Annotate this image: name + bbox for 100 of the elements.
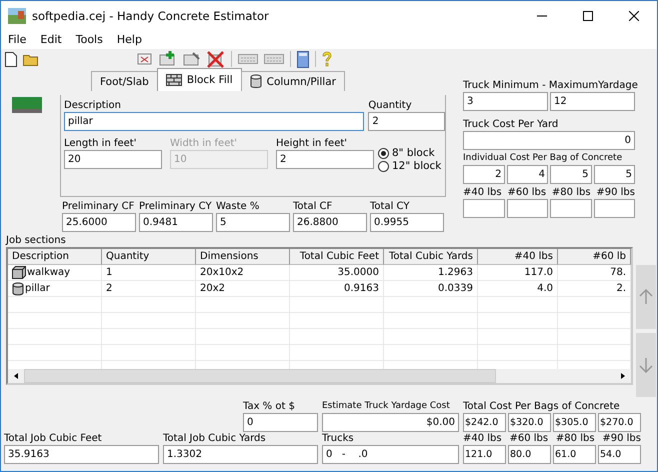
block-icon — [12, 266, 26, 279]
keyboard-icon[interactable] — [264, 53, 284, 65]
field-label: #60 lbs — [509, 432, 548, 445]
move-up-button[interactable] — [636, 265, 656, 329]
table-cell: 2 — [102, 281, 196, 297]
column-header[interactable]: #60 lb — [558, 249, 631, 265]
field-label: Trucks — [322, 432, 355, 445]
bag-count-field[interactable] — [463, 199, 504, 218]
column-header[interactable]: Description — [8, 249, 102, 265]
truck-minimum-field[interactable]: 3 — [463, 92, 548, 111]
column-header[interactable]: Dimensions — [196, 249, 290, 265]
column-header[interactable]: #40 lbs — [478, 249, 558, 265]
up-arrow-icon — [639, 289, 653, 305]
field-label: Description — [64, 99, 122, 112]
menu-item[interactable]: Tools — [76, 33, 103, 46]
cubic-yards-field[interactable]: 1.3302 — [163, 445, 318, 464]
field-label: Preliminary CY — [139, 200, 213, 213]
bag-total-field[interactable]: $270.0 — [598, 413, 641, 432]
field-label: #90 lbs — [596, 186, 635, 199]
total-field[interactable]: 0.9955 — [370, 213, 444, 232]
bag-cost-field[interactable]: 2 — [463, 165, 504, 184]
section-title: Job sections — [6, 234, 67, 247]
block-icon — [166, 74, 182, 86]
dimension-field[interactable]: 20 — [64, 150, 162, 169]
column-header[interactable]: Total Cubic Feet — [290, 249, 384, 265]
folder-icon[interactable] — [23, 52, 39, 66]
radio-label: 12" block — [392, 160, 442, 173]
table-cell: 4.0 — [478, 281, 558, 297]
radio-button[interactable] — [378, 148, 389, 159]
bag-count-field[interactable] — [550, 199, 592, 218]
tax-field[interactable]: 0 — [243, 413, 318, 432]
field-label: #90 lbs — [602, 432, 641, 445]
field-label: Total Job Cubic Feet — [4, 432, 103, 445]
help-icon[interactable] — [322, 51, 332, 67]
radio-button[interactable] — [378, 161, 389, 172]
keyboard-icon[interactable] — [238, 53, 258, 65]
field-label: #40 lbs — [463, 186, 502, 199]
tab[interactable]: Column/Pillar — [240, 71, 345, 91]
document-icon[interactable] — [137, 52, 153, 66]
field-label: Length in feet' — [64, 137, 138, 150]
column-header[interactable]: Total Cubic Yards — [384, 249, 478, 265]
move-down-button[interactable] — [636, 333, 656, 397]
edit-icon[interactable] — [183, 51, 201, 67]
table-cell: 1 — [102, 265, 196, 281]
bag-count-field[interactable] — [594, 199, 635, 218]
down-arrow-icon — [639, 357, 653, 373]
truck-maximum-field[interactable]: 12 — [550, 92, 635, 111]
bag-cost-field[interactable]: 5 — [550, 165, 592, 184]
bag-total-field[interactable]: $242.0 — [463, 413, 506, 432]
field-label: #80 lbs — [556, 432, 595, 445]
maximize-icon — [583, 10, 593, 20]
tab[interactable]: Foot/Slab — [91, 71, 158, 91]
field-label: Truck Minimum - MaximumYardage — [463, 79, 635, 92]
bag-cost-field[interactable]: 5 — [594, 165, 635, 184]
table-cell: walkway — [8, 265, 102, 281]
bag-count-field[interactable]: 80.0 — [508, 445, 551, 464]
field-label: Width in feet' — [170, 137, 238, 150]
total-field[interactable]: 25.6000 — [62, 213, 136, 232]
bag-total-field[interactable]: $305.0 — [553, 413, 596, 432]
dimension-field[interactable]: 2 — [276, 150, 374, 169]
table-cell: 117.0 — [478, 265, 558, 281]
total-field[interactable]: 5 — [216, 213, 290, 232]
field-label: Total Job Cubic Yards — [163, 432, 267, 445]
calculator-icon[interactable] — [297, 50, 309, 68]
field-label: Truck Cost Per Yard — [463, 118, 560, 131]
field-label: Total CY — [370, 200, 410, 213]
bag-cost-field[interactable]: 4 — [506, 165, 548, 184]
cylinder-icon — [250, 74, 262, 89]
truck-cost-field[interactable]: 0 — [463, 131, 635, 150]
bag-count-field[interactable]: 121.0 — [463, 445, 506, 464]
column-header[interactable]: Quantity — [102, 249, 196, 265]
total-field[interactable]: 26.8800 — [293, 213, 367, 232]
table-cell: 2. — [558, 281, 631, 297]
bag-count-field[interactable]: 54.0 — [598, 445, 641, 464]
trucks-field[interactable]: 0 - .0 — [322, 445, 459, 464]
field-label: Estimate Truck Yardage Cost — [322, 400, 451, 413]
truck-cost-estimate-field[interactable]: $0.00 — [322, 413, 459, 432]
menu-item[interactable]: Edit — [40, 33, 62, 46]
bag-total-field[interactable]: $320.0 — [508, 413, 551, 432]
menu-item[interactable]: File — [8, 33, 26, 46]
tab[interactable]: Block Fill — [156, 68, 242, 91]
quantity-field[interactable]: 2 — [368, 112, 445, 131]
menu-item[interactable]: Help — [116, 33, 142, 46]
horizontal-scrollbar[interactable] — [8, 369, 631, 383]
total-field[interactable]: 0.9481 — [139, 213, 213, 232]
delete-icon[interactable] — [207, 50, 225, 68]
new-file-icon[interactable] — [5, 52, 17, 66]
field-label: #40 lbs — [463, 432, 502, 445]
bag-count-field[interactable]: 61.0 — [553, 445, 596, 464]
cubic-feet-field[interactable]: 35.9163 — [4, 445, 159, 464]
app-logo-icon — [8, 8, 26, 24]
field-label: Total CF — [293, 200, 334, 213]
bag-count-field[interactable] — [506, 199, 548, 218]
description-field[interactable]: pillar — [64, 112, 364, 131]
add-icon[interactable] — [159, 51, 177, 67]
radio-label: 8" block — [392, 147, 435, 160]
window-title: softpedia.cej - Handy Concrete Estimator — [32, 8, 270, 22]
field-label: Total Cost Per Bags of Concrete — [463, 400, 621, 413]
field-label: #80 lbs — [552, 186, 591, 199]
table-cell: pillar — [8, 281, 102, 297]
